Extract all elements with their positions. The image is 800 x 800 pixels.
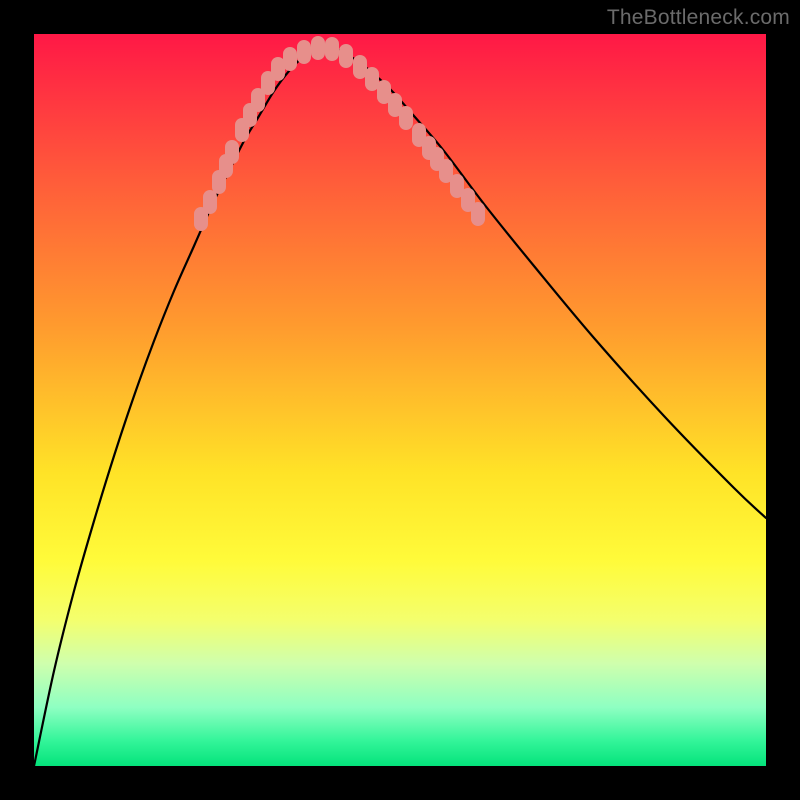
curve-marker (365, 67, 379, 91)
plot-area (34, 34, 766, 766)
chart-frame: TheBottleneck.com (0, 0, 800, 800)
watermark-text: TheBottleneck.com (607, 6, 790, 30)
curve-markers (194, 36, 485, 231)
curve-marker (203, 190, 217, 214)
curve-marker (339, 44, 353, 68)
bottleneck-curve (34, 48, 766, 766)
chart-svg (34, 34, 766, 766)
curve-marker (283, 47, 297, 71)
curve-marker (271, 57, 285, 81)
curve-marker (325, 37, 339, 61)
curve-marker (225, 140, 239, 164)
curve-marker (353, 55, 367, 79)
curve-marker (471, 202, 485, 226)
curve-marker (297, 40, 311, 64)
curve-marker (311, 36, 325, 60)
curve-marker (399, 106, 413, 130)
